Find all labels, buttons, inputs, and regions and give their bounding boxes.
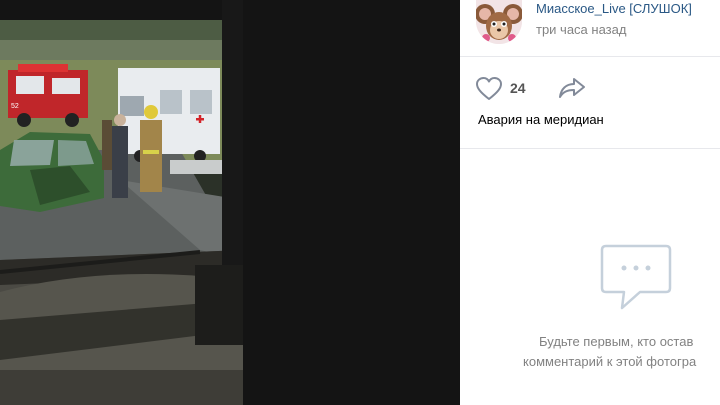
post-author-link[interactable]: Миасское_Live [СЛУШОК]: [536, 1, 692, 17]
accident-scene-image: 52: [0, 0, 243, 405]
empty-comments-line1: Будьте первым, кто остав: [539, 334, 694, 349]
viewer-background: [243, 0, 460, 405]
comments-bubble-icon: [600, 244, 672, 317]
like-button[interactable]: 24: [476, 76, 544, 102]
post-timestamp[interactable]: три часа назад: [536, 22, 626, 38]
fire-truck-number: 52: [11, 103, 19, 110]
avatar[interactable]: [476, 0, 522, 44]
post-caption: Авария на меридиан: [478, 112, 604, 127]
empty-comments-line2: комментарий к этой фотогра: [523, 354, 697, 369]
post-header: Миасское_Live [СЛУШОК] три часа назад: [460, 0, 720, 54]
empty-comments-placeholder: Будьте первым, кто остав комментарий к э…: [460, 150, 720, 405]
photo-viewer: 52: [0, 0, 460, 405]
post-photo[interactable]: 52: [0, 0, 243, 405]
post-actions: 24: [476, 74, 716, 102]
empty-comments-text: Будьте первым, кто остав комментарий к э…: [520, 332, 720, 372]
post-sidebar: Миасское_Live [СЛУШОК] три часа назад 24…: [460, 0, 720, 405]
header-divider: [460, 56, 720, 57]
heart-icon: [476, 77, 502, 106]
like-count: 24: [510, 80, 526, 96]
share-button[interactable]: [558, 76, 592, 102]
caption-divider: [460, 148, 720, 149]
cheburashka-avatar-icon: [476, 0, 522, 44]
share-arrow-icon: [558, 78, 586, 104]
